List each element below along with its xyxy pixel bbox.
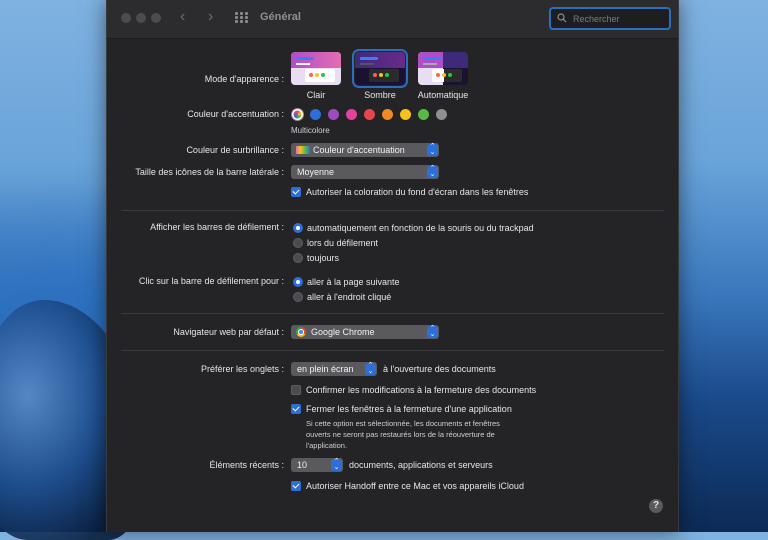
scroll-click-spot-label: aller à l'endroit cliqué [307, 292, 392, 302]
accent-swatch-yellow[interactable] [400, 109, 411, 120]
divider [121, 210, 664, 211]
sidebar-icons-popup[interactable]: Moyenne ⌃ ⌄ [291, 165, 439, 179]
titlebar: ‹ › Général [107, 0, 678, 39]
chrome-icon [296, 327, 306, 337]
scrollbars-scrolling-label: lors du défilement [307, 238, 379, 248]
tabs-label: Préférer les onglets : [200, 364, 284, 374]
close-windows-checkbox[interactable] [291, 404, 301, 414]
back-arrow-icon[interactable]: ‹ [180, 8, 185, 26]
confirm-changes-label: Confirmer les modifications à la fermetu… [306, 385, 537, 395]
accent-swatch-orange[interactable] [382, 109, 393, 120]
highlight-popup[interactable]: Couleur d'accentuation ⌃ ⌄ [291, 143, 439, 157]
recent-items-label: Éléments récents : [209, 460, 284, 470]
highlight-color-swatch [296, 146, 310, 154]
scrollbars-always-label: toujours [307, 253, 340, 263]
accent-swatch-green[interactable] [418, 109, 429, 120]
show-all-grid-icon[interactable] [235, 12, 249, 24]
chevron-updown-icon: ⌃ ⌄ [365, 362, 376, 375]
accent-swatch-red[interactable] [364, 109, 375, 120]
handoff-label: Autoriser Handoff entre ce Mac et vos ap… [306, 481, 524, 491]
appearance-label: Mode d'apparence : [204, 74, 284, 84]
preferences-window: ‹ › Général Mode d'apparence : [106, 0, 679, 532]
tabs-suffix: à l'ouverture des documents [383, 364, 496, 374]
chevron-updown-icon: ⌃ ⌄ [427, 165, 438, 178]
accent-swatch-purple[interactable] [328, 109, 339, 120]
wallpaper-tint-label: Autoriser la coloration du fond d'écran … [306, 187, 529, 197]
close-windows-note-line-3: l'application. [306, 441, 348, 450]
highlight-value: Couleur d'accentuation [313, 145, 405, 155]
close-windows-note-line-2: ouverts ne seront pas restaurés lors de … [306, 430, 495, 439]
browser-label: Navigateur web par défaut : [173, 327, 284, 337]
sidebar-icons-value: Moyenne [297, 167, 335, 177]
scrollbars-scrolling-radio[interactable] [293, 238, 303, 248]
tabs-popup[interactable]: en plein écran ⌃ ⌄ [291, 362, 377, 376]
confirm-changes-checkbox[interactable] [291, 385, 301, 395]
handoff-checkbox[interactable] [291, 481, 301, 491]
accent-swatch-graphite[interactable] [436, 109, 447, 120]
accent-selected-name: Multicolore [291, 126, 330, 135]
divider [121, 313, 664, 314]
scroll-click-spot-radio[interactable] [293, 292, 303, 302]
search-input[interactable] [571, 11, 667, 27]
scrollbars-auto-label: automatiquement en fonction de la souris… [307, 223, 534, 233]
search-icon [557, 13, 567, 23]
appearance-dark-label: Sombre [364, 90, 396, 100]
sidebar-icons-label: Taille des icônes de la barre latérale : [135, 167, 284, 177]
recent-items-suffix: documents, applications et serveurs [349, 460, 493, 470]
forward-arrow-icon[interactable]: › [208, 8, 213, 26]
minimize-window-button[interactable] [136, 13, 146, 23]
zoom-window-button[interactable] [151, 13, 161, 23]
close-window-button[interactable] [121, 13, 131, 23]
browser-value: Google Chrome [311, 327, 375, 337]
appearance-auto-label: Automatique [417, 90, 469, 100]
chevron-updown-icon: ⌃ ⌄ [427, 325, 438, 338]
browser-popup[interactable]: Google Chrome ⌃ ⌄ [291, 325, 439, 339]
close-windows-label: Fermer les fenêtres à la fermeture d'une… [306, 404, 512, 414]
accent-swatch-blue[interactable] [310, 109, 321, 120]
chevron-updown-icon: ⌃ ⌄ [331, 458, 342, 471]
scroll-click-next-page-radio[interactable] [293, 277, 303, 287]
highlight-label: Couleur de surbrillance : [186, 145, 284, 155]
scroll-click-next-page-label: aller à la page suivante [307, 277, 400, 287]
wallpaper-tint-checkbox[interactable] [291, 187, 301, 197]
divider [121, 350, 664, 351]
scrollbars-auto-radio[interactable] [293, 223, 303, 233]
accent-swatch-multicolor[interactable] [292, 109, 303, 120]
accent-label: Couleur d'accentuation : [187, 109, 284, 119]
search-field[interactable] [549, 7, 671, 30]
scrollbars-always-radio[interactable] [293, 253, 303, 263]
scrollbars-label: Afficher les barres de défilement : [150, 222, 284, 232]
help-button[interactable]: ? [649, 499, 663, 513]
appearance-auto-thumbnail[interactable] [418, 52, 468, 85]
accent-swatch-pink[interactable] [346, 109, 357, 120]
close-windows-note-line-1: Si cette option est sélectionnée, les do… [306, 419, 500, 428]
recent-items-popup[interactable]: 10 ⌃ ⌄ [291, 458, 343, 472]
appearance-light-label: Clair [306, 90, 326, 100]
appearance-dark-thumbnail[interactable] [352, 49, 408, 88]
tabs-value: en plein écran [297, 364, 354, 374]
chevron-updown-icon: ⌃ ⌄ [427, 143, 438, 156]
scroll-click-label: Clic sur la barre de défilement pour : [138, 276, 284, 286]
recent-items-value: 10 [297, 460, 308, 470]
window-title: Général [260, 11, 301, 23]
appearance-light-thumbnail[interactable] [291, 52, 341, 85]
